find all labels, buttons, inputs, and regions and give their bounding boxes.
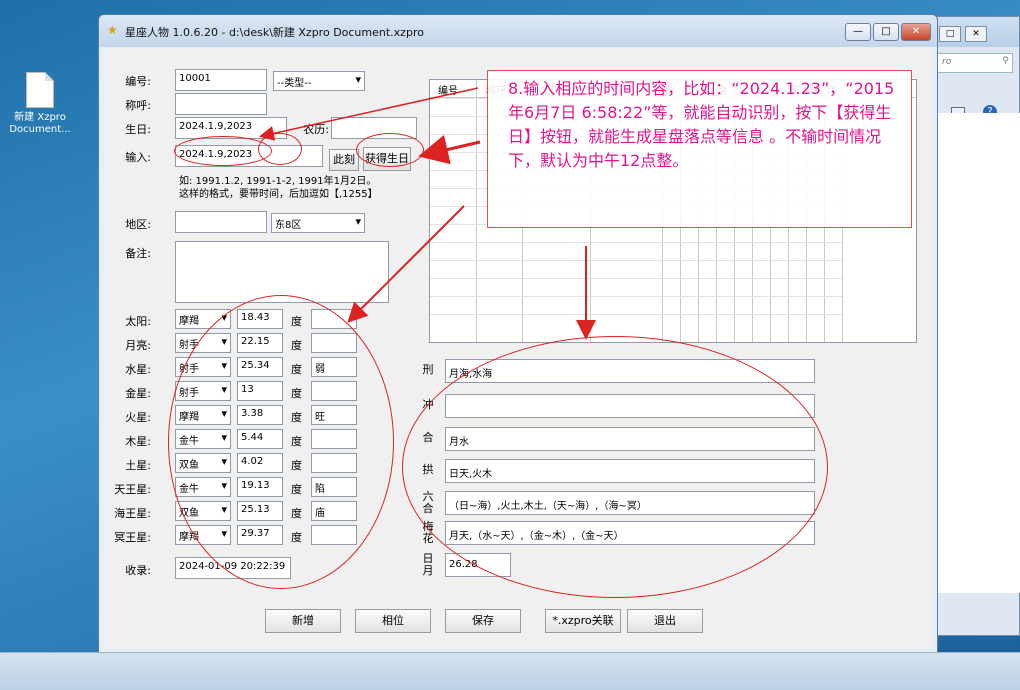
region-label: 地区: xyxy=(125,218,151,231)
save-button[interactable]: 保存 xyxy=(445,609,521,633)
add-button[interactable]: 新增 xyxy=(265,609,341,633)
taskbar xyxy=(0,652,1020,690)
planet-label: 火星: xyxy=(125,411,151,424)
planet-label: 金星: xyxy=(125,387,151,400)
planets-oval xyxy=(168,295,394,589)
associate-button[interactable]: *.xzpro关联 xyxy=(545,609,621,633)
input-label: 输入: xyxy=(125,151,151,164)
exit-button[interactable]: 退出 xyxy=(627,609,703,633)
bg-maximize-button[interactable]: □ xyxy=(939,26,961,42)
relation-label: 刑 xyxy=(422,363,434,376)
document-icon xyxy=(26,72,54,108)
bg-close-button[interactable]: ✕ xyxy=(965,26,987,42)
type-select[interactable]: --类型-- xyxy=(273,71,365,91)
note-textarea[interactable] xyxy=(175,241,389,303)
format-hint-2: 这样的格式，要带时间，后加逗如【,1255】 xyxy=(179,189,378,200)
planet-label: 天王星: xyxy=(114,483,151,496)
planet-label: 木星: xyxy=(125,435,151,448)
desktop-file-icon[interactable]: 新建 Xzpro Document... xyxy=(2,72,78,136)
bg-window-body xyxy=(933,113,1020,593)
button-oval xyxy=(356,133,424,167)
maximize-button[interactable]: □ xyxy=(873,23,899,41)
planet-label: 水星: xyxy=(125,363,151,376)
timezone-select[interactable]: 东8区 xyxy=(271,213,365,233)
aspect-button[interactable]: 相位 xyxy=(355,609,431,633)
titlebar: ★ 星座人物 1.0.6.20 - d:\desk\新建 Xzpro Docum… xyxy=(99,15,937,47)
background-window: □ ✕ ro ⚲ ? xyxy=(932,16,1020,636)
nick-input[interactable] xyxy=(175,93,267,115)
annotation-callout: 8.输入相应的时间内容，比如：“2024.1.23”，“2015年6月7日 6:… xyxy=(487,70,912,228)
format-hint-1: 如: 1991.1.2, 1991-1-2, 1991年1月2日。 xyxy=(179,176,377,187)
planet-label: 土星: xyxy=(125,459,151,472)
id-input[interactable]: 10001 xyxy=(175,69,267,91)
annotation-text: 8.输入相应的时间内容，比如：“2024.1.23”，“2015年6月7日 6:… xyxy=(508,79,895,170)
note-label: 备注: xyxy=(125,247,151,260)
star-app-icon: ★ xyxy=(107,23,118,37)
planet-label: 月亮: xyxy=(125,339,151,352)
bg-search-input[interactable]: ro ⚲ xyxy=(937,53,1013,73)
id-label: 编号: xyxy=(125,75,151,88)
birth-label: 生日: xyxy=(125,123,151,136)
desktop-icon-label: 新建 Xzpro Document... xyxy=(9,112,71,135)
relation-label: 日月 xyxy=(422,552,434,577)
minimize-button[interactable]: — xyxy=(845,23,871,41)
nick-label: 称呼: xyxy=(125,99,151,112)
window-title: 星座人物 1.0.6.20 - d:\desk\新建 Xzpro Documen… xyxy=(125,26,424,39)
planet-label: 海王星: xyxy=(114,507,151,520)
close-button[interactable]: ✕ xyxy=(901,23,931,41)
planet-label: 太阳: xyxy=(125,315,151,328)
region-input[interactable] xyxy=(175,211,267,233)
search-icon: ⚲ xyxy=(1002,56,1009,66)
now-button[interactable]: 此刻 xyxy=(329,149,359,171)
input-oval xyxy=(174,136,272,166)
record-label: 收录: xyxy=(125,564,151,577)
background-window-titlebar: □ ✕ xyxy=(933,17,1019,47)
planet-label: 冥王星: xyxy=(114,531,151,544)
relations-oval xyxy=(402,336,828,598)
